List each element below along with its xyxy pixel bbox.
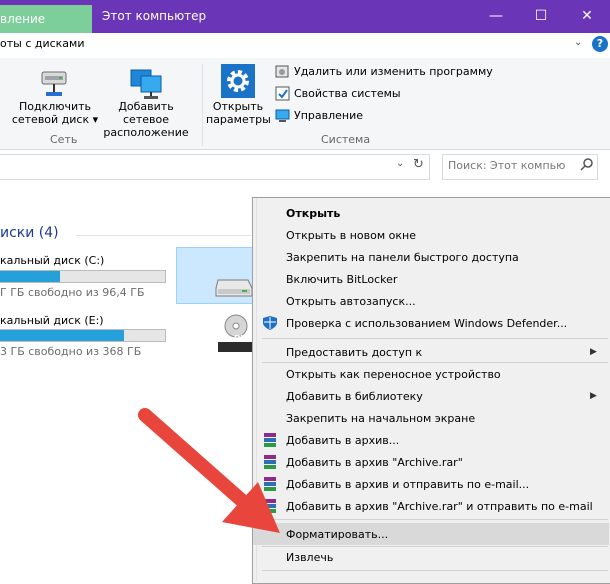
menu-separator <box>262 570 608 571</box>
drive-e-usage-bar <box>0 329 166 342</box>
manage-button[interactable]: Управление <box>294 109 363 122</box>
menu-item-bitlocker[interactable]: Включить BitLocker <box>286 273 397 286</box>
menu-item-add-archive[interactable]: Добавить в архив... <box>286 434 399 447</box>
menu-item-pin-start[interactable]: Закрепить на начальном экране <box>286 412 475 425</box>
add-network-location-button[interactable]: Добавить сетевое расположение <box>94 100 198 139</box>
menu-item-add-archive-rar[interactable]: Добавить в архив "Archive.rar" <box>286 456 463 469</box>
drive-e-name[interactable]: кальный диск (E:) <box>0 314 104 327</box>
tab-manage-drive[interactable]: вление <box>0 5 92 33</box>
search-icon[interactable] <box>580 157 594 171</box>
window-title: Этот компьютер <box>102 9 207 23</box>
menu-item-pin-quick-access[interactable]: Закрепить на панели быстрого доступа <box>286 251 519 264</box>
open-settings-label-1: Открыть <box>212 100 264 113</box>
ribbon-tab-row <box>0 33 610 59</box>
menu-item-add-archive-rar-email[interactable]: Добавить в архив "Archive.rar" и отправи… <box>286 500 593 513</box>
menu-item-format[interactable]: Форматировать... <box>286 528 388 541</box>
group-label-system: Система <box>321 133 371 146</box>
drive-c-usage-bar <box>0 270 166 283</box>
hard-drive-icon <box>214 272 254 298</box>
maximize-button[interactable]: ☐ <box>529 4 553 28</box>
uninstall-program-icon <box>275 64 290 79</box>
group-divider <box>76 235 251 236</box>
drive-c-free-space: Г ГБ свободно из 96,4 ГБ <box>0 286 145 299</box>
add-network-location-icon <box>127 66 167 100</box>
red-arrow-annotation <box>138 408 280 533</box>
menu-separator <box>262 546 608 547</box>
menu-item-autoplay[interactable]: Открыть автозапуск... <box>286 295 416 308</box>
refresh-icon[interactable]: ↻ <box>413 157 424 172</box>
settings-gear-icon <box>221 64 255 98</box>
help-button[interactable]: ? <box>592 36 608 52</box>
group-label-network: Сеть <box>50 133 78 146</box>
menu-item-open[interactable]: Открыть <box>286 207 340 220</box>
menu-item-eject[interactable]: Извлечь <box>286 551 333 564</box>
drive-c-name[interactable]: кальный диск (C:) <box>0 254 104 267</box>
system-properties-button[interactable]: Свойства системы <box>294 87 401 100</box>
computer-management-icon <box>275 108 290 123</box>
address-bar[interactable] <box>0 154 430 180</box>
drive-e-usage-fill <box>0 330 124 341</box>
menu-item-open-new-window[interactable]: Открыть в новом окне <box>286 229 416 242</box>
dvd-label: DVD <box>234 334 254 343</box>
minimize-button[interactable]: — <box>484 4 508 28</box>
add-location-label-1: Добавить сетевое <box>118 100 174 126</box>
open-settings-button[interactable]: Открыть параметры <box>206 100 271 126</box>
system-properties-icon <box>275 86 290 101</box>
add-location-label-2: расположение <box>103 126 189 139</box>
windows-defender-icon <box>262 315 278 331</box>
menu-separator <box>262 362 608 363</box>
drive-c-usage-fill <box>0 271 61 282</box>
uninstall-program-button[interactable]: Удалить или изменить программу <box>294 65 493 78</box>
menu-item-add-archive-email[interactable]: Добавить в архив и отправить по e-mail..… <box>286 478 529 491</box>
search-placeholder: Поиск: Этот компью <box>448 159 566 172</box>
open-settings-label-2: параметры <box>206 113 271 126</box>
map-network-drive-icon <box>36 66 72 100</box>
submenu-arrow-icon: ▶ <box>590 391 597 401</box>
menu-item-open-portable[interactable]: Открыть как переносное устройство <box>286 368 501 381</box>
devices-group-heading[interactable]: иски (4) <box>0 225 59 241</box>
ribbon-divider <box>202 64 203 146</box>
drive-e-free-space: 3 ГБ свободно из 368 ГБ <box>0 345 142 358</box>
address-dropdown-icon[interactable]: ⌄ <box>396 158 404 169</box>
collapse-ribbon-button[interactable]: ⌄ <box>574 37 582 48</box>
close-button[interactable]: ✕ <box>575 4 599 28</box>
tab-drive-tools[interactable]: оты с дисками <box>0 37 85 50</box>
submenu-arrow-icon: ▶ <box>590 347 597 357</box>
menu-separator <box>262 519 608 520</box>
menu-item-add-library[interactable]: Добавить в библиотеку <box>286 390 423 403</box>
menu-item-defender-scan[interactable]: Проверка с использованием Windows Defend… <box>286 317 567 330</box>
menu-item-share[interactable]: Предоставить доступ к <box>286 346 422 359</box>
menu-separator <box>262 338 608 339</box>
